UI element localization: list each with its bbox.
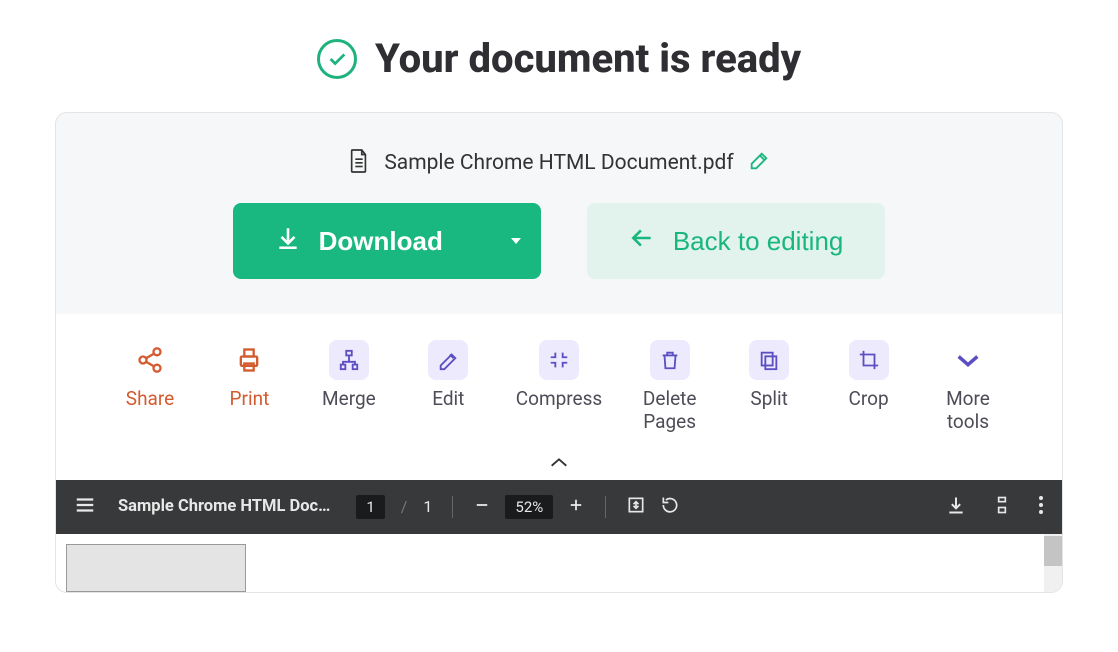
tool-merge[interactable]: Merge xyxy=(317,340,381,411)
rename-icon[interactable] xyxy=(748,150,770,176)
compress-icon xyxy=(539,340,579,380)
separator xyxy=(605,496,606,518)
tool-share[interactable]: Share xyxy=(118,340,182,411)
page-current[interactable]: 1 xyxy=(356,495,384,519)
zoom-in-icon[interactable] xyxy=(567,496,585,518)
split-icon xyxy=(749,340,789,380)
crop-icon xyxy=(849,340,889,380)
download-icon xyxy=(275,225,301,258)
chevron-down-icon xyxy=(948,340,988,380)
actions-row: Download Back to editing xyxy=(56,203,1062,314)
download-label: Download xyxy=(319,226,443,257)
tool-label: Edit xyxy=(432,388,464,411)
tool-split[interactable]: Split xyxy=(737,340,801,411)
tool-label: Share xyxy=(126,388,174,411)
more-options-icon[interactable] xyxy=(1038,495,1044,519)
back-label: Back to editing xyxy=(673,226,844,257)
merge-icon xyxy=(329,340,369,380)
tool-crop[interactable]: Crop xyxy=(837,340,901,411)
trash-icon xyxy=(650,340,690,380)
share-icon xyxy=(130,340,170,380)
zoom-level[interactable]: 52% xyxy=(505,495,553,519)
rotate-icon[interactable] xyxy=(660,495,680,519)
page-total: 1 xyxy=(423,497,432,516)
tool-label: More tools xyxy=(946,388,990,434)
menu-icon[interactable] xyxy=(74,494,96,520)
tool-edit[interactable]: Edit xyxy=(416,340,480,411)
document-icon xyxy=(348,148,370,178)
download-file-icon[interactable] xyxy=(946,495,966,519)
viewer-doc-title: Sample Chrome HTML Doc… xyxy=(118,497,330,516)
tool-delete-pages[interactable]: Delete Pages xyxy=(638,340,702,434)
pdf-viewer-bar: Sample Chrome HTML Doc… 1 / 1 52% xyxy=(56,480,1062,534)
result-card: Sample Chrome HTML Document.pdf Download… xyxy=(55,112,1063,593)
back-to-editing-button[interactable]: Back to editing xyxy=(587,203,886,279)
tool-label: Compress xyxy=(516,388,602,411)
tool-compress[interactable]: Compress xyxy=(516,340,602,411)
tool-label: Merge xyxy=(322,388,376,411)
scrollbar-thumb[interactable] xyxy=(1044,536,1062,566)
fit-page-icon[interactable] xyxy=(626,495,646,519)
page-header: Your document is ready xyxy=(0,0,1118,112)
tool-more[interactable]: More tools xyxy=(936,340,1000,434)
tools-toolbar: Share Print Merge Edit Compress xyxy=(56,314,1062,452)
download-caret[interactable] xyxy=(491,203,541,279)
check-circle-icon xyxy=(317,39,357,79)
tool-label: Delete Pages xyxy=(643,388,697,434)
print-file-icon[interactable] xyxy=(992,495,1012,519)
edit-icon xyxy=(428,340,468,380)
zoom-out-icon[interactable] xyxy=(473,496,491,518)
separator xyxy=(452,496,453,518)
file-name: Sample Chrome HTML Document.pdf xyxy=(384,151,733,175)
tool-label: Split xyxy=(750,388,787,411)
download-button[interactable]: Download xyxy=(233,203,541,279)
tool-label: Print xyxy=(230,388,270,411)
scrollbar[interactable] xyxy=(1044,534,1062,592)
arrow-left-icon xyxy=(629,225,655,258)
collapse-toolbar[interactable] xyxy=(56,452,1062,480)
file-row: Sample Chrome HTML Document.pdf xyxy=(56,113,1062,203)
print-icon xyxy=(229,340,269,380)
thumbnail-strip xyxy=(56,534,1062,592)
tool-label: Crop xyxy=(848,388,888,411)
tool-print[interactable]: Print xyxy=(217,340,281,411)
page-title: Your document is ready xyxy=(375,35,801,82)
page-thumbnail[interactable] xyxy=(66,544,246,592)
page-sep: / xyxy=(399,497,410,516)
